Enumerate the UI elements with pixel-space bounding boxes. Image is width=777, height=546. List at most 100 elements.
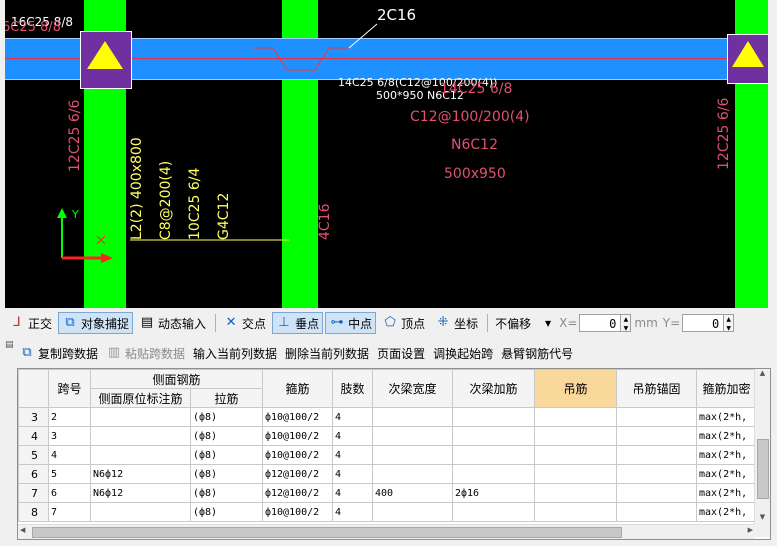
cell-tie[interactable]: (ф8) [190, 483, 263, 503]
cell-tie[interactable]: (ф8) [190, 445, 263, 465]
panel-pin-icon[interactable]: ▤ [5, 340, 14, 350]
cell-stirrup-dense[interactable]: max(2*h, [696, 407, 757, 427]
cell-legs[interactable]: 4 [332, 483, 373, 503]
ortho-button[interactable]: ⅃ 正交 [5, 312, 56, 334]
header-stirrup[interactable]: 箍筋 [262, 369, 333, 408]
cell-hanger[interactable] [534, 426, 617, 446]
cell-tie[interactable]: (ф8) [190, 464, 263, 484]
table-row[interactable]: 3 2 (ф8) ф10@100/2 4 max(2*h, [18, 407, 757, 427]
cell-hanger-anchor[interactable] [616, 445, 697, 465]
cell-stirrup-dense[interactable]: max(2*h, [696, 464, 757, 484]
cell-tie[interactable]: (ф8) [190, 407, 263, 427]
beam-red-line1[interactable]: 14C25 6/8 [440, 81, 512, 97]
scroll-right-arrow[interactable]: ▶ [748, 526, 753, 534]
cell-secondary-width[interactable] [372, 426, 453, 446]
cell-span[interactable]: 2 [48, 407, 91, 427]
offset-dropdown[interactable]: 不偏移 ▼ [491, 312, 555, 334]
perpendicular-button[interactable]: ⊥ 垂点 [272, 312, 324, 334]
vertical-scroll-thumb[interactable] [757, 439, 769, 499]
beam-red-line3[interactable]: N6C12 [451, 137, 498, 153]
cell-stirrup[interactable]: ф10@100/2 [262, 502, 333, 522]
cell-stirrup-dense[interactable]: max(2*h, [696, 426, 757, 446]
cell-secondary-add[interactable] [452, 464, 535, 484]
table-row[interactable]: 4 3 (ф8) ф10@100/2 4 max(2*h, [18, 426, 757, 446]
table-row[interactable]: 7 6 N6ф12 (ф8) ф12@100/2 4 400 2ф16 max(2*h, [18, 483, 757, 503]
l2-line1[interactable]: L2(2) 400x800 [129, 137, 145, 240]
cell-stirrup-dense[interactable]: max(2*h, [696, 483, 757, 503]
cell-secondary-add[interactable] [452, 407, 535, 427]
swap-start-button[interactable]: 调换起始跨 [433, 345, 493, 362]
input-column-button[interactable]: 输入当前列数据 [193, 345, 277, 362]
cell-hanger[interactable] [534, 445, 617, 465]
y-spinner[interactable]: ▲ ▼ [724, 314, 735, 332]
midpoint-button[interactable]: ⊶ 中点 [325, 312, 377, 334]
cell-span[interactable]: 6 [48, 483, 91, 503]
paste-span-button[interactable]: ▥ 粘贴跨数据 [106, 345, 185, 362]
cell-tie[interactable]: (ф8) [190, 502, 263, 522]
table-row[interactable]: 6 5 N6ф12 (ф8) ф12@100/2 4 max(2*h, [18, 464, 757, 484]
cell-side-original[interactable] [90, 426, 191, 446]
l2-line2[interactable]: C8@200(4) [158, 161, 174, 240]
cell-side-original[interactable] [90, 407, 191, 427]
cell-secondary-width[interactable] [372, 464, 453, 484]
cell-secondary-width[interactable]: 400 [372, 483, 453, 503]
dynamic-input-button[interactable]: ▤ 动态输入 [135, 312, 210, 334]
row-header[interactable]: 3 [18, 407, 49, 427]
l2-line3[interactable]: 10C25 6/4 [187, 168, 203, 240]
cell-tie[interactable]: (ф8) [190, 426, 263, 446]
beam-red-line4[interactable]: 500x950 [444, 166, 506, 182]
cell-span[interactable]: 3 [48, 426, 91, 446]
cell-stirrup[interactable]: ф10@100/2 [262, 407, 333, 427]
coordinate-button[interactable]: ⁜ 坐标 [431, 312, 482, 334]
copy-span-button[interactable]: ⧉ 复制跨数据 [19, 345, 98, 362]
vertex-button[interactable]: ⬠ 顶点 [378, 312, 429, 334]
horizontal-scroll-thumb[interactable] [32, 527, 622, 538]
object-snap-button[interactable]: ⧉ 对象捕捉 [58, 312, 134, 334]
cell-secondary-width[interactable] [372, 502, 453, 522]
cell-legs[interactable]: 4 [332, 426, 373, 446]
y-input[interactable]: 0 [682, 314, 725, 332]
header-side-rebar[interactable]: 侧面钢筋 [90, 369, 263, 389]
header-side-original[interactable]: 侧面原位标注筋 [90, 388, 191, 408]
cell-stirrup[interactable]: ф10@100/2 [262, 445, 333, 465]
col-left-label[interactable]: 12C25 6/6 [67, 100, 83, 172]
cell-stirrup-dense[interactable]: max(2*h, [696, 445, 757, 465]
col-mid-label[interactable]: 4C16 [317, 204, 333, 241]
cell-secondary-add[interactable] [452, 502, 535, 522]
cell-hanger[interactable] [534, 502, 617, 522]
cell-span[interactable]: 5 [48, 464, 91, 484]
label-6c25[interactable]: 6C25 8/8 [5, 20, 61, 35]
x-input[interactable]: 0 [579, 314, 622, 332]
header-secondary-add[interactable]: 次梁加筋 [452, 369, 535, 408]
cell-hanger[interactable] [534, 483, 617, 503]
cell-secondary-add[interactable] [452, 426, 535, 446]
cad-canvas[interactable]: 16C25 8/8 6C25 8/8 2C16 14C25 6/8(C12@10… [5, 0, 768, 308]
cell-side-original[interactable] [90, 502, 191, 522]
cell-stirrup[interactable]: ф10@100/2 [262, 426, 333, 446]
table-row[interactable]: 5 4 (ф8) ф10@100/2 4 max(2*h, [18, 445, 757, 465]
x-spinner[interactable]: ▲ ▼ [621, 314, 632, 332]
row-header[interactable]: 5 [18, 445, 49, 465]
row-header[interactable]: 8 [18, 502, 49, 522]
cantilever-code-button[interactable]: 悬臂钢筋代号 [501, 345, 573, 362]
callout-2c16[interactable]: 2C16 [377, 6, 416, 24]
row-header[interactable]: 6 [18, 464, 49, 484]
cell-span[interactable]: 7 [48, 502, 91, 522]
beam-red-line2[interactable]: C12@100/200(4) [410, 109, 530, 125]
cell-stirrup-dense[interactable]: max(2*h, [696, 502, 757, 522]
cell-side-original[interactable] [90, 445, 191, 465]
cell-legs[interactable]: 4 [332, 445, 373, 465]
cell-secondary-add[interactable]: 2ф16 [452, 483, 535, 503]
cell-side-original[interactable]: N6ф12 [90, 483, 191, 503]
cell-hanger-anchor[interactable] [616, 464, 697, 484]
row-header[interactable]: 7 [18, 483, 49, 503]
row-header[interactable]: 4 [18, 426, 49, 446]
page-setup-button[interactable]: 页面设置 [377, 345, 425, 362]
cell-hanger-anchor[interactable] [616, 426, 697, 446]
header-span[interactable]: 跨号 [48, 369, 91, 408]
cell-hanger[interactable] [534, 464, 617, 484]
scroll-left-arrow[interactable]: ◀ [20, 526, 25, 534]
cell-legs[interactable]: 4 [332, 464, 373, 484]
cell-hanger-anchor[interactable] [616, 483, 697, 503]
cell-secondary-width[interactable] [372, 445, 453, 465]
